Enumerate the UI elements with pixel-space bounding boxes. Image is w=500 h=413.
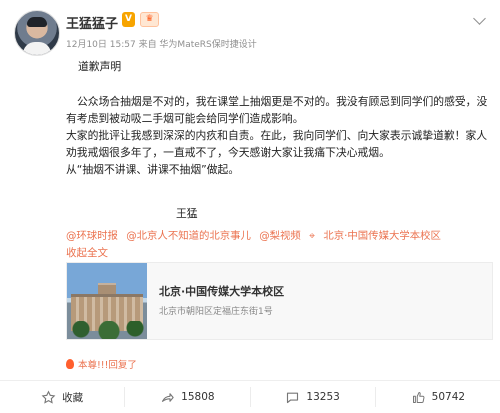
mention-huanqiu[interactable]: @环球时报	[66, 230, 118, 242]
weibo-post: 王猛猛子 V ♛ 12月10日 15:57 来自 华为MateRS保时捷设计 道…	[0, 0, 500, 413]
like-button[interactable]: 50742	[376, 387, 500, 407]
avatar[interactable]	[14, 10, 60, 56]
location-thumbnail	[67, 263, 147, 339]
location-pin-icon: ⌖	[309, 230, 315, 242]
post-body: 公众场合抽烟是不对的，我在课堂上抽烟更是不对的。我没有顾忌到同学们的感受，没有考…	[66, 93, 488, 178]
comment-button[interactable]: 13253	[251, 387, 376, 407]
location-card-address: 北京市朝阳区定福庄东街1号	[159, 307, 273, 317]
post-title: 道歉声明	[78, 60, 122, 73]
mentions-row: @环球时报 @北京人不知道的北京事儿 @梨视频 ⌖ 北京·中国传媒大学本校区	[66, 227, 490, 243]
avatar-shirt	[23, 42, 51, 55]
location-link[interactable]: 北京·中国传媒大学本校区	[323, 230, 441, 242]
post-paragraph-3: 从“抽烟不讲课、讲课不抽烟”做起。	[66, 163, 240, 176]
location-card[interactable]: 北京·中国传媒大学本校区 北京市朝阳区定福庄东街1号	[66, 262, 493, 340]
mention-pear-video[interactable]: @梨视频	[259, 230, 301, 242]
favorite-label: 收藏	[62, 391, 84, 404]
level-badge-icon: ♛	[140, 12, 159, 27]
location-card-title: 北京·中国传媒大学本校区	[159, 285, 285, 298]
fire-icon	[66, 359, 74, 369]
share-icon	[162, 392, 174, 402]
avatar-hair	[27, 17, 47, 27]
collapse-link[interactable]: 收起全文	[66, 245, 108, 260]
post-meta: 12月10日 15:57 来自 华为MateRS保时捷设计	[66, 40, 257, 50]
author-name[interactable]: 王猛猛子	[66, 13, 118, 32]
comment-icon	[287, 392, 299, 403]
trees-image	[67, 321, 147, 339]
thumb-up-icon	[412, 391, 425, 403]
star-icon	[41, 389, 56, 404]
post-actions: 收藏 15808 13253 50742	[0, 380, 500, 413]
signature: 王猛	[176, 207, 198, 220]
comment-count: 13253	[306, 391, 340, 403]
chevron-down-icon[interactable]	[473, 12, 486, 25]
favorite-button[interactable]: 收藏	[0, 387, 126, 407]
like-count: 50742	[431, 391, 466, 403]
post-paragraph-1: 公众场合抽烟是不对的，我在课堂上抽烟更是不对的。我没有顾忌到同学们的感受，没有考…	[66, 95, 488, 125]
share-count: 15808	[181, 391, 215, 403]
post-paragraph-2: 大家的批评让我感到深深的内疚和自责。在此，我向同学们、向大家表示诚挚道歉！家人劝…	[66, 129, 488, 159]
share-button[interactable]: 15808	[125, 387, 251, 407]
verified-badge-icon: V	[122, 12, 135, 27]
mention-beijing-stories[interactable]: @北京人不知道的北京事儿	[126, 230, 251, 242]
author-reply-text: 本尊!!!回复了	[78, 360, 137, 371]
author-reply-note[interactable]: 本尊!!!回复了	[66, 357, 137, 371]
